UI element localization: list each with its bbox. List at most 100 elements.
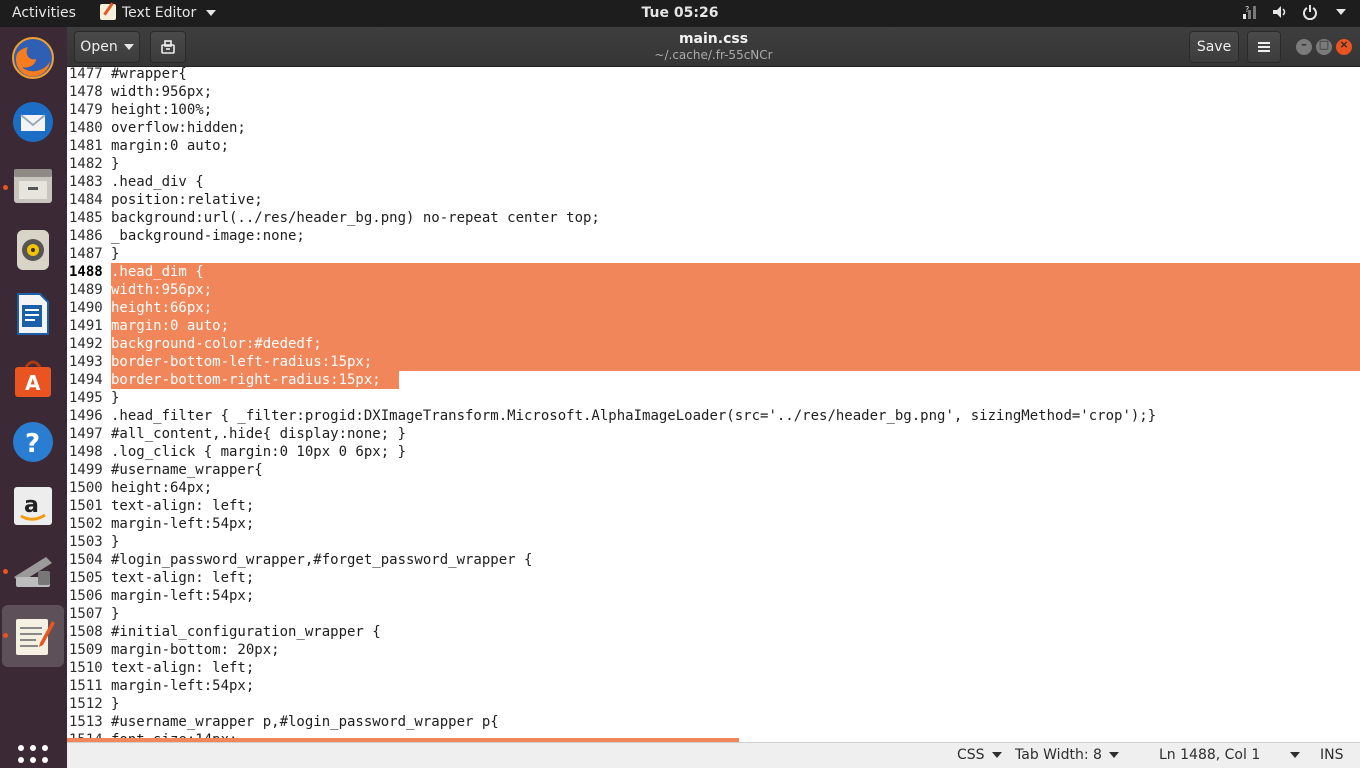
code-line[interactable]: 1492 background-color:#dededf; <box>67 335 1360 353</box>
ubuntu-software-icon[interactable]: A <box>10 355 56 401</box>
code-text: text-align: left; <box>111 660 255 676</box>
files-icon[interactable] <box>10 163 56 209</box>
code-line[interactable]: 1482} <box>67 155 1360 173</box>
code-text: text-align: left; <box>111 498 255 514</box>
code-line[interactable]: 1502 margin-left:54px; <box>67 515 1360 533</box>
system-menu[interactable]: ? <box>1242 4 1346 20</box>
chevron-down-icon <box>1108 752 1119 758</box>
code-line[interactable]: 1493 border-bottom-left-radius:15px; <box>67 353 1360 371</box>
svg-text:A: A <box>25 371 41 395</box>
line-number: 1502 <box>69 516 103 532</box>
code-line[interactable]: 1503} <box>67 533 1360 551</box>
line-number: 1499 <box>69 462 103 478</box>
code-line[interactable]: 1477 #wrapper{ <box>67 67 1360 83</box>
code-line[interactable]: 1490 height:66px; <box>67 299 1360 317</box>
code-text: .log_click { margin:0 10px 0 6px; } <box>111 444 407 460</box>
line-number: 1503 <box>69 534 103 550</box>
selection-highlight <box>111 317 1360 335</box>
line-number: 1486 <box>69 228 103 244</box>
code-line[interactable]: 1500 height:64px; <box>67 479 1360 497</box>
code-line[interactable]: 1510 text-align: left; <box>67 659 1360 677</box>
code-line[interactable]: 1494 border-bottom-right-radius:15px; <box>67 371 1360 389</box>
code-text: height:64px; <box>111 480 213 496</box>
firefox-icon[interactable] <box>10 35 56 81</box>
code-line[interactable]: 1506 margin-left:54px; <box>67 587 1360 605</box>
line-number: 1511 <box>69 678 103 694</box>
show-applications-icon[interactable] <box>18 745 48 775</box>
code-text: overflow:hidden; <box>111 120 246 136</box>
code-text: text-align: left; <box>111 570 255 586</box>
line-number: 1484 <box>69 192 103 208</box>
running-indicator <box>3 569 8 574</box>
chevron-down-icon <box>1290 752 1301 758</box>
line-number: 1510 <box>69 660 103 676</box>
code-line[interactable]: 1483 .head_div { <box>67 173 1360 191</box>
minimize-button[interactable]: – <box>1296 38 1312 55</box>
insert-mode-indicator[interactable]: INS <box>1320 747 1344 763</box>
code-line[interactable]: 1499 #username_wrapper{ <box>67 461 1360 479</box>
code-line[interactable]: 1481 margin:0 auto; <box>67 137 1360 155</box>
power-icon <box>1303 5 1317 20</box>
code-text: } <box>111 246 120 262</box>
minimize-icon: – <box>1301 38 1307 51</box>
network-icon: ? <box>1243 5 1256 19</box>
code-line[interactable]: 1508 #initial_configuration_wrapper { <box>67 623 1360 641</box>
code-line[interactable]: 1487} <box>67 245 1360 263</box>
text-editor-icon[interactable] <box>10 613 56 659</box>
code-line[interactable]: 1480 overflow:hidden; <box>67 119 1360 137</box>
line-number: 1513 <box>69 714 103 730</box>
selection-highlight <box>111 263 1360 281</box>
hamburger-icon <box>1258 42 1270 52</box>
code-line[interactable]: 1485 background:url(../res/header_bg.png)… <box>67 209 1360 227</box>
code-line[interactable]: 1488 .head_dim { <box>67 263 1360 281</box>
line-number: 1497 <box>69 426 103 442</box>
line-number: 1478 <box>69 84 103 100</box>
code-line[interactable]: 1497 #all_content,.hide{ display:none; } <box>67 425 1360 443</box>
code-line[interactable]: 1478 width:956px; <box>67 83 1360 101</box>
tab-width-selector[interactable]: Tab Width: 8 <box>1015 747 1119 763</box>
code-text: } <box>111 696 120 712</box>
code-text: } <box>111 156 120 172</box>
clock[interactable]: Tue 05:26 <box>0 5 1360 21</box>
help-icon[interactable]: ? <box>10 419 56 465</box>
code-line[interactable]: 1498 .log_click { margin:0 10px 0 6px; } <box>67 443 1360 461</box>
amazon-icon[interactable]: a <box>10 483 56 529</box>
code-line[interactable]: 1486 _background-image:none; <box>67 227 1360 245</box>
cursor-position-selector[interactable]: Ln 1488, Col 1 <box>1159 747 1301 763</box>
libreoffice-writer-icon[interactable] <box>10 291 56 337</box>
dock: A ? a <box>0 27 67 775</box>
code-line[interactable]: 1496 .head_filter { _filter:progid:DXImag… <box>67 407 1360 425</box>
code-line[interactable]: 1511 margin-left:54px; <box>67 677 1360 695</box>
close-button[interactable]: × <box>1336 38 1352 55</box>
code-line[interactable]: 1479 height:100%; <box>67 101 1360 119</box>
code-text: #login_password_wrapper,#forget_password… <box>111 552 533 568</box>
line-number: 1488 <box>69 264 103 280</box>
code-line[interactable]: 1512} <box>67 695 1360 713</box>
rhythmbox-icon[interactable] <box>10 227 56 273</box>
code-line[interactable]: 1507} <box>67 605 1360 623</box>
code-line[interactable]: 1513 #username_wrapper p,#login_password_… <box>67 713 1360 731</box>
line-number: 1485 <box>69 210 103 226</box>
header-bar: Open main.css ~/.cache/.fr-55cNCr Save –… <box>67 27 1360 67</box>
code-line[interactable]: 1501 text-align: left; <box>67 497 1360 515</box>
code-line[interactable]: 1491 margin:0 auto; <box>67 317 1360 335</box>
maximize-button[interactable]: □ <box>1316 38 1332 55</box>
line-number: 1505 <box>69 570 103 586</box>
code-line[interactable]: 1489 width:956px; <box>67 281 1360 299</box>
menu-button[interactable] <box>1247 31 1281 63</box>
code-line[interactable]: 1504 #login_password_wrapper,#forget_pass… <box>67 551 1360 569</box>
text-view[interactable]: 1477 #wrapper{1478 width:956px; 1479 height:… <box>67 67 1360 742</box>
code-line[interactable]: 1495} <box>67 389 1360 407</box>
line-number: 1491 <box>69 318 103 334</box>
line-number: 1495 <box>69 390 103 406</box>
line-number: 1504 <box>69 552 103 568</box>
volume-icon <box>1273 6 1286 18</box>
code-line[interactable]: 1505 text-align: left; <box>67 569 1360 587</box>
scanner-icon[interactable] <box>10 547 56 593</box>
thunderbird-icon[interactable] <box>10 99 56 145</box>
save-button[interactable]: Save <box>1189 31 1239 63</box>
code-line[interactable]: 1509 margin-bottom: 20px; <box>67 641 1360 659</box>
language-selector[interactable]: CSS <box>957 747 1002 763</box>
code-line[interactable]: 1484 position:relative; <box>67 191 1360 209</box>
svg-text:?: ? <box>1245 5 1249 14</box>
